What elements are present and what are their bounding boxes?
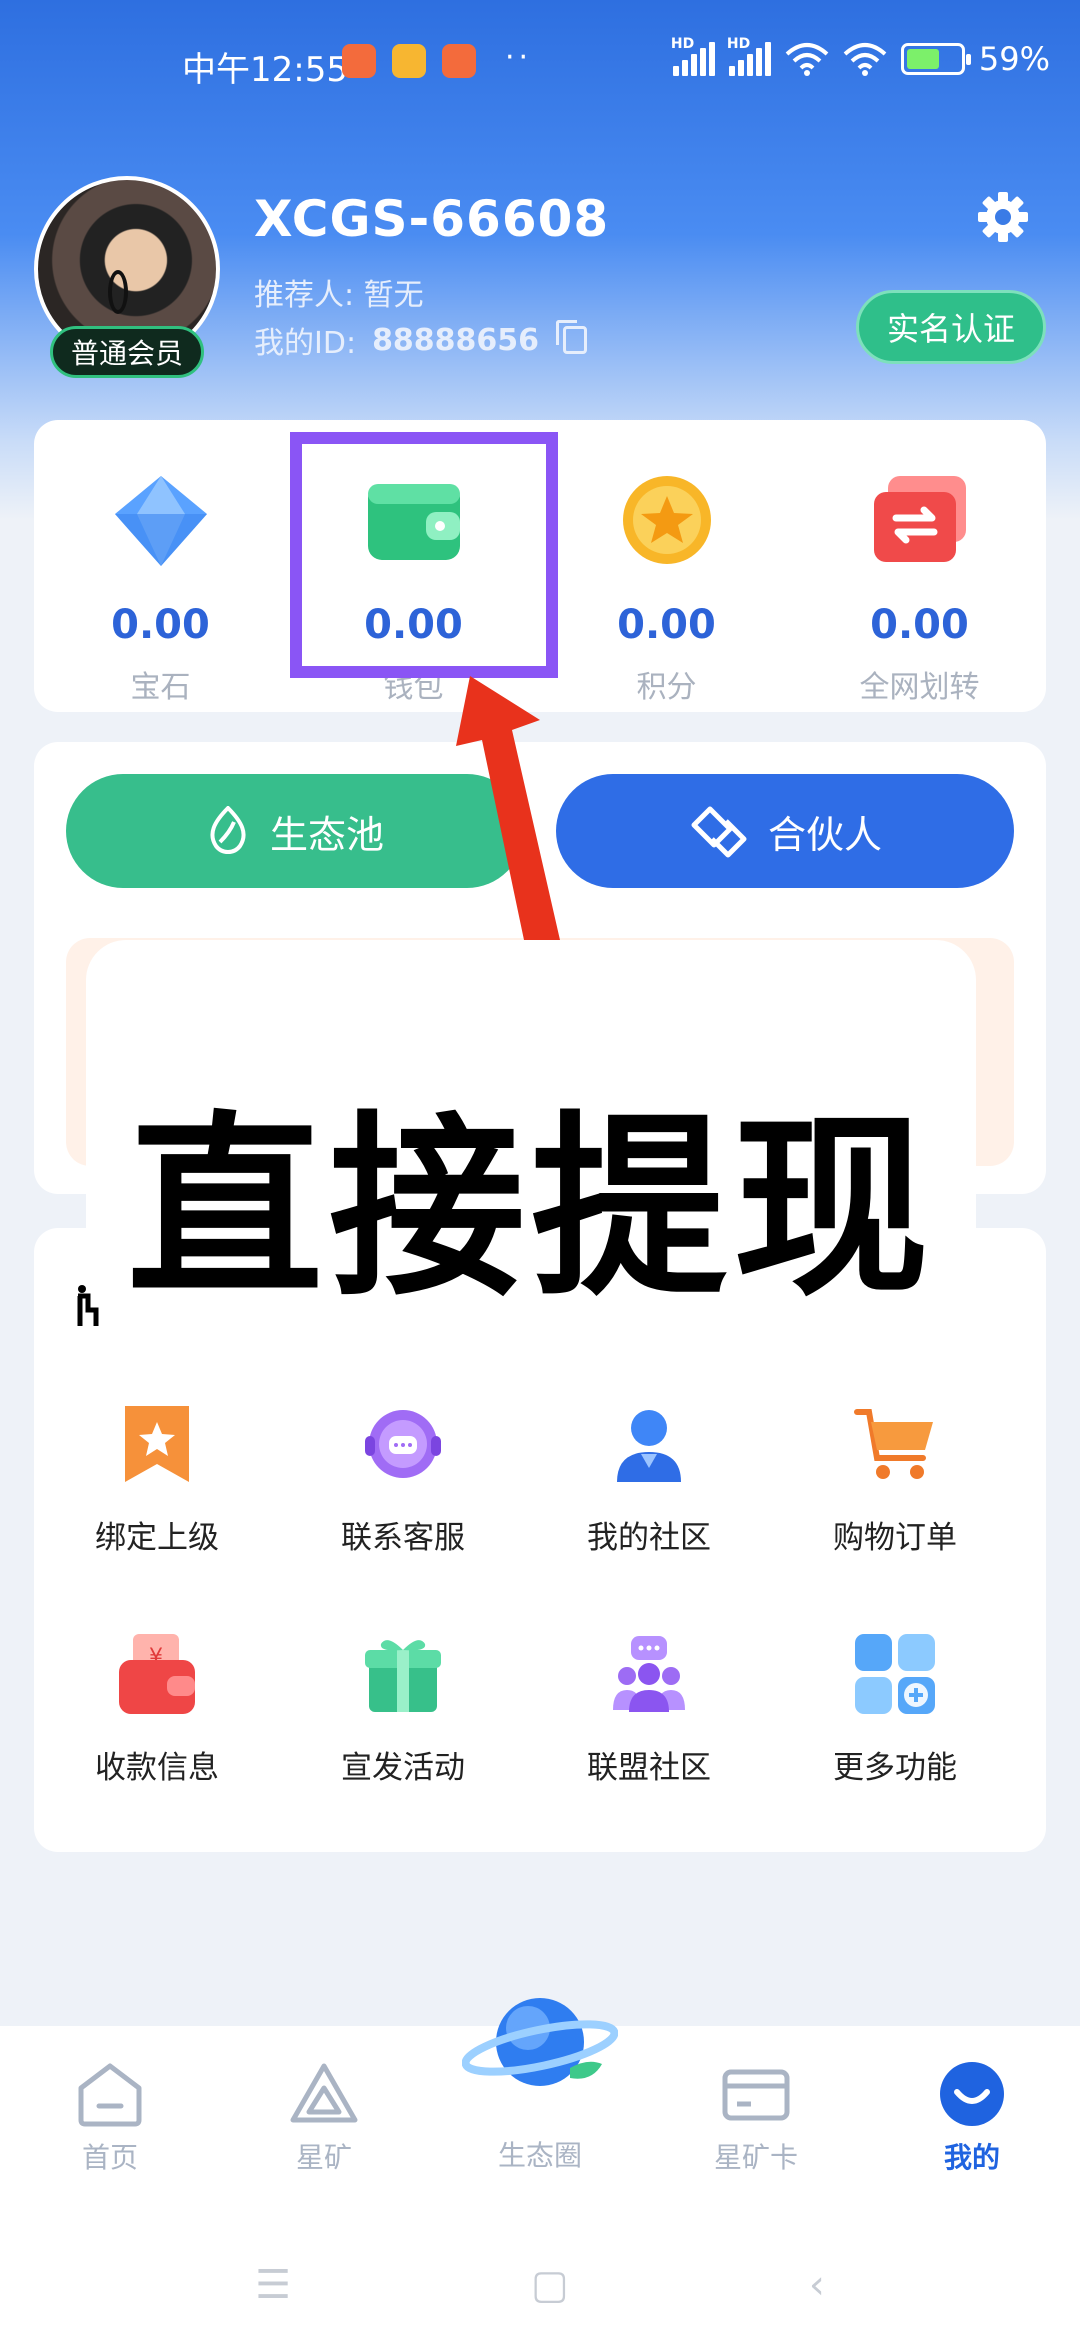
transfer-icon [873,476,966,562]
gem-icon [114,476,207,566]
user-id-row: 我的ID: 88888656 [254,318,588,362]
user-id-value: 88888656 [372,322,540,358]
leaf-icon [210,806,246,854]
referrer-text: 推荐人: 暂无 [254,278,424,313]
grid-item-label: 宣发活动 [341,1750,465,1786]
grid-item-label: 绑定上级 [95,1520,219,1556]
battery-icon [900,43,971,75]
grid-item-label: 我的社区 [587,1520,711,1556]
notification-icon [442,44,476,78]
tab-mine[interactable]: 星矿 [254,2060,394,2176]
notification-icon [392,44,426,78]
more-notifications: ·· [505,40,533,75]
more-apps-icon [855,1634,935,1714]
alliance-group-icon [613,1636,685,1712]
home-square-icon[interactable]: ▢ [531,2262,569,2308]
asset-transfer[interactable]: 0.00 全网划转 [793,452,1046,705]
grid-item-shopping-orders[interactable]: 购物订单 [772,1402,1018,1582]
grid-item-my-community[interactable]: 我的社区 [526,1402,772,1582]
tab-mine-card[interactable]: 星矿卡 [686,2060,826,2176]
gear-icon[interactable] [976,190,1030,244]
home-icon [78,2063,142,2127]
tab-label: 星矿卡 [713,2141,798,2174]
grid-item-label: 收款信息 [95,1750,219,1786]
notification-icon [342,44,376,78]
signal-icon: HD [727,36,771,76]
user-id-label: 我的ID: [254,326,357,361]
mine-triangle-icon [290,2063,358,2123]
asset-points[interactable]: 0.00 积分 [540,452,793,705]
back-icon[interactable]: ‹ [809,2262,825,2308]
asset-label: 宝石 [130,670,191,705]
bookmark-star-icon [125,1406,189,1482]
status-time: 中午12:55 [182,50,348,90]
grid-item-payment-info[interactable]: ¥ 收款信息 [34,1632,280,1812]
wifi-icon [785,43,829,76]
grid-item-label: 购物订单 [833,1520,957,1556]
asset-gem[interactable]: 0.00 宝石 [34,452,287,705]
handshake-icon [691,806,747,858]
signal-icon: HD [671,36,715,76]
tab-label: 生态圈 [497,2139,582,2172]
username: XCGS-66608 [254,190,610,248]
asset-value: 0.00 [617,602,716,648]
gift-icon [365,1640,441,1712]
planet-icon[interactable] [462,1982,618,2102]
wifi-icon [843,43,887,76]
tab-label: 首页 [81,2141,138,2174]
grid-item-promotion[interactable]: 宣发活动 [280,1632,526,1812]
asset-label: 全网划转 [859,670,980,705]
tab-eco-circle[interactable]: 生态圈 [470,2130,610,2174]
user-community-icon [617,1410,681,1482]
grid-item-alliance-community[interactable]: 联盟社区 [526,1632,772,1812]
annotation-text: 直接提现 [126,1095,935,1323]
eco-pool-label: 生态池 [269,812,384,857]
profile-smile-icon [940,2062,1004,2126]
battery-percent: 59% [978,40,1050,78]
tab-home[interactable]: 首页 [40,2060,180,2176]
grid-item-label: 联系客服 [341,1520,465,1556]
headset-chat-icon [365,1410,441,1478]
grid-item-customer-service[interactable]: 联系客服 [280,1402,526,1582]
grid-item-more-functions[interactable]: 更多功能 [772,1632,1018,1812]
member-level-badge: 普通会员 [50,326,204,378]
menu-icon[interactable]: ☰ [255,2262,291,2308]
verify-button[interactable]: 实名认证 [856,290,1046,364]
star-coin-icon [622,476,711,564]
grid-item-bind-superior[interactable]: 绑定上级 [34,1402,280,1582]
tab-label: 我的 [943,2141,1000,2174]
asset-value: 0.00 [870,602,969,648]
eco-pool-button[interactable]: 生态池 [66,774,524,888]
copy-icon[interactable] [556,320,588,354]
card-icon [722,2069,790,2121]
tab-label: 星矿 [295,2141,352,2174]
shopping-cart-icon [854,1409,933,1479]
highlight-box [290,432,558,678]
system-nav-bar: ☰ ▢ ‹ [0,2230,1080,2340]
tab-profile[interactable]: 我的 [902,2060,1042,2176]
partner-label: 合伙人 [767,812,882,857]
status-bar: 中午12:55 ·· HD HD 59% [0,0,1080,120]
asset-label: 积分 [636,670,697,705]
partner-button[interactable]: 合伙人 [556,774,1014,888]
grid-item-label: 更多功能 [833,1750,957,1786]
payment-wallet-icon: ¥ [119,1634,195,1714]
grid-item-label: 联盟社区 [587,1750,711,1786]
asset-value: 0.00 [111,602,210,648]
